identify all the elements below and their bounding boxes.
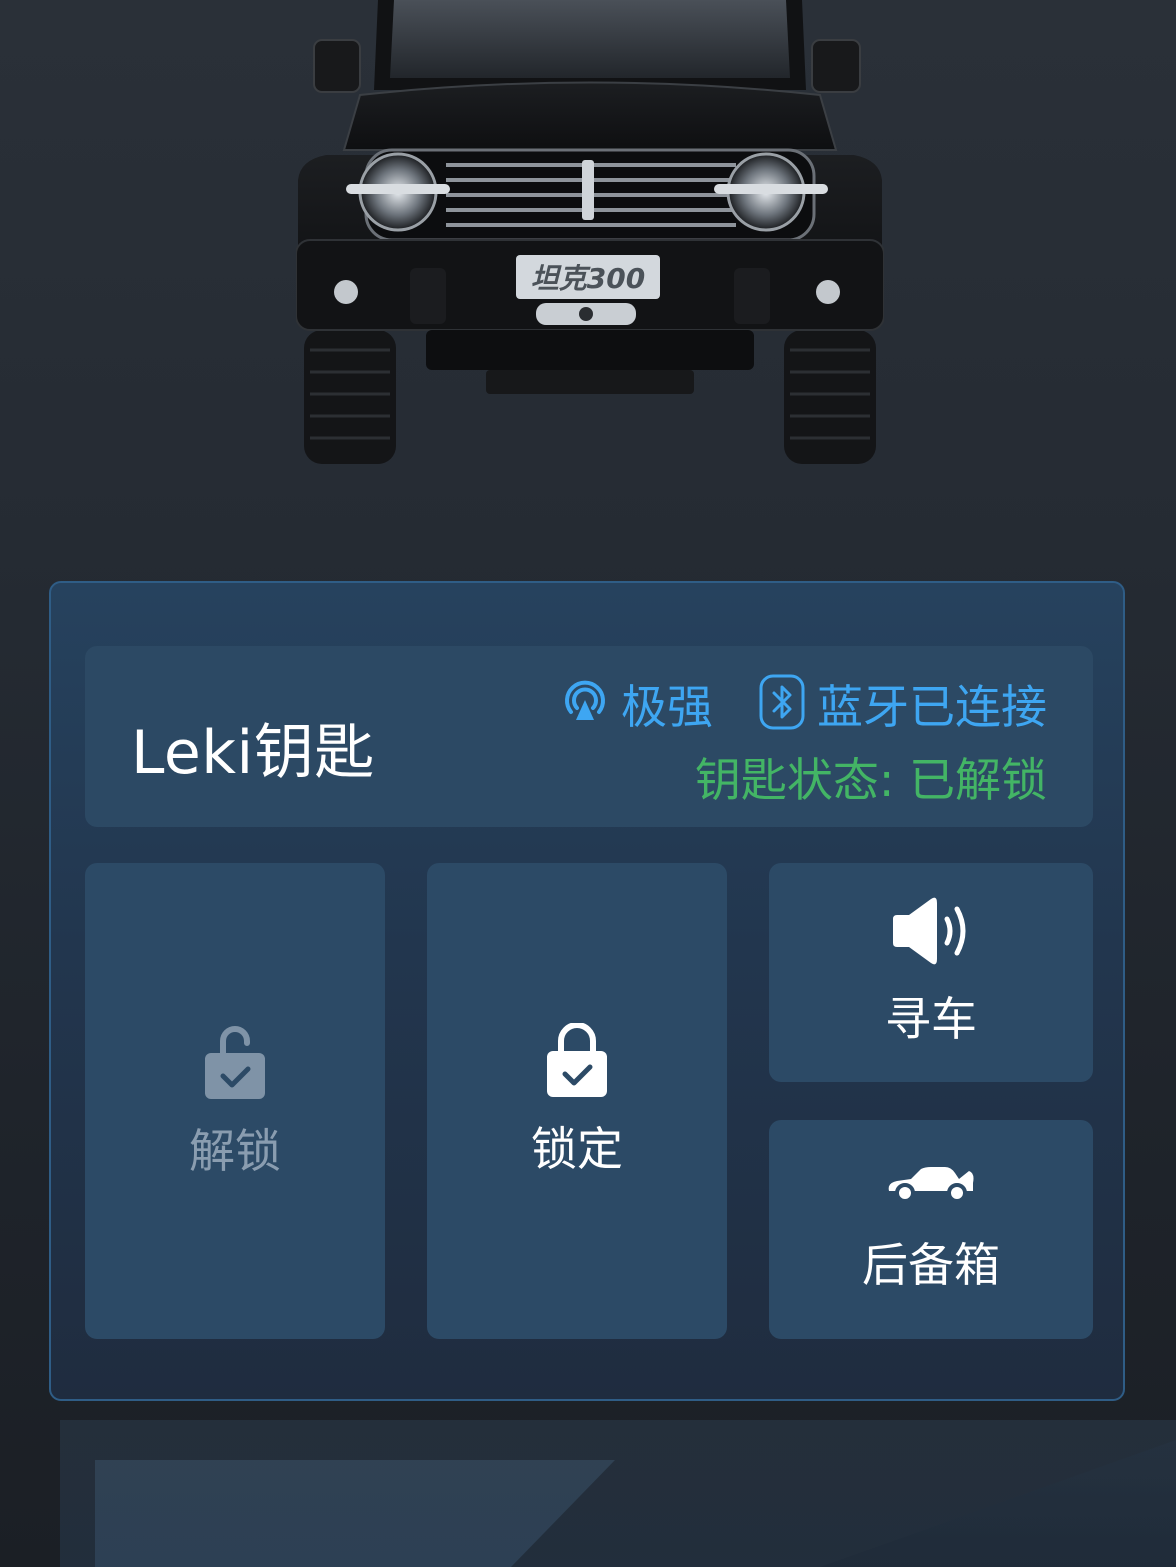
lock-button[interactable]: 锁定 bbox=[427, 863, 727, 1339]
find-car-label: 寻车 bbox=[885, 991, 977, 1046]
bluetooth-icon bbox=[759, 674, 805, 734]
find-car-button[interactable]: 寻车 bbox=[769, 863, 1093, 1082]
license-plate-text: 坦克300 bbox=[531, 262, 645, 295]
trunk-button[interactable]: 后备箱 bbox=[769, 1120, 1093, 1339]
bluetooth-status-label: 蓝牙已连接 bbox=[817, 680, 1047, 734]
signal-strength-label: 极强 bbox=[621, 680, 713, 734]
unlock-icon bbox=[203, 1021, 267, 1105]
car-image: 坦克300 bbox=[296, 0, 884, 470]
unlock-label: 解锁 bbox=[189, 1124, 281, 1178]
key-state-label: 钥匙状态: 已解锁 bbox=[694, 753, 1047, 807]
key-title: Leki钥匙 bbox=[131, 718, 375, 788]
unlock-button[interactable]: 解锁 bbox=[85, 863, 385, 1339]
lock-label: 锁定 bbox=[531, 1122, 623, 1176]
connection-status-row: 极强 蓝牙已连接 bbox=[561, 674, 1047, 734]
lock-icon bbox=[545, 1022, 609, 1103]
key-panel: Leki钥匙 极强 蓝牙已连接 钥匙状态: 已解锁 解锁 锁定 寻车 后备箱 bbox=[49, 581, 1125, 1401]
key-status-card: Leki钥匙 极强 蓝牙已连接 钥匙状态: 已解锁 bbox=[85, 646, 1093, 827]
car-trunk-icon bbox=[885, 1165, 977, 1207]
speaker-icon bbox=[891, 897, 971, 969]
signal-broadcast-icon bbox=[561, 678, 609, 730]
trunk-label: 后备箱 bbox=[862, 1237, 1000, 1292]
